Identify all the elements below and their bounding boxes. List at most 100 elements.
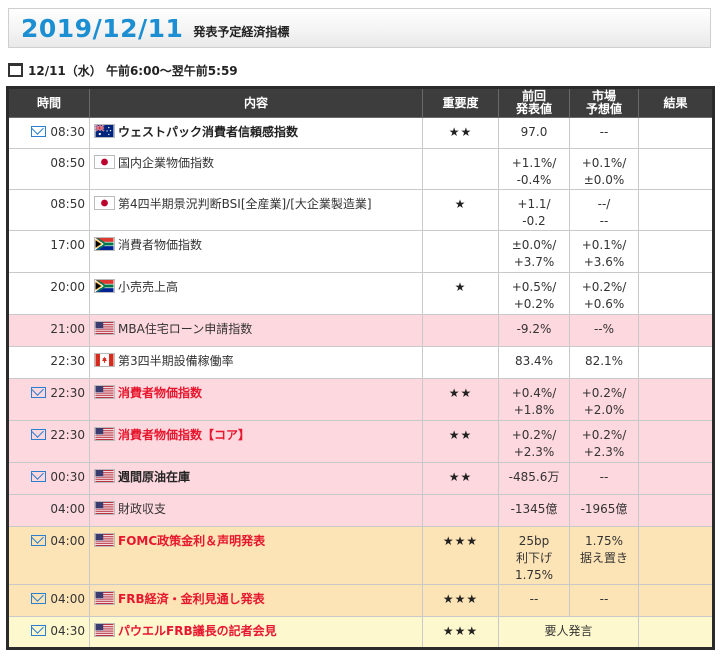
importance-stars: ★★ — [448, 386, 473, 400]
indicator-name[interactable]: パウエルFRB議長の記者会見 — [118, 624, 277, 638]
time-cell: 17:00 — [7, 230, 90, 273]
previous-value-line2: +3.7% — [513, 255, 555, 269]
indicator-name: 第3四半期設備稼働率 — [118, 354, 234, 368]
time-cell: 04:00 — [7, 494, 90, 527]
table-row: 22:30 消費者物価指数 ★★ +0.4%/ +1.8% +0.2%/ +2.0% — [7, 378, 714, 421]
usa-flag-icon — [94, 469, 115, 483]
previous-value-line2: +0.2% — [513, 297, 555, 311]
col-header-result: 結果 — [638, 87, 714, 118]
importance-cell: ★★ — [422, 378, 499, 421]
indicator-name: 小売売上高 — [118, 280, 179, 294]
usa-flag-icon — [94, 591, 115, 605]
page-title-date: 2019/12/11 — [21, 13, 184, 43]
usa-flag-icon — [94, 623, 115, 637]
time-text: 21:00 — [50, 322, 85, 336]
indicator-name[interactable]: 消費者物価指数 — [118, 386, 202, 400]
previous-value-cell: -9.2% — [498, 314, 570, 347]
page-header: 2019/12/11 発表予定経済指標 — [8, 8, 711, 48]
mail-alert-icon[interactable] — [31, 126, 47, 137]
indicator-cell: 消費者物価指数 — [89, 230, 423, 273]
time-cell: 04:00 — [7, 584, 90, 617]
importance-cell: ★★ — [422, 462, 499, 495]
forecast-value-line1: -1965億 — [580, 502, 628, 516]
forecast-value-cell: +0.2%/ +2.0% — [569, 378, 639, 421]
forecast-value-cell: +0.1%/ ±0.0% — [569, 148, 639, 190]
previous-value-line2: -0.2 — [522, 214, 546, 228]
canada-flag-icon — [94, 353, 115, 367]
forecast-value-cell: --/ -- — [569, 189, 639, 231]
table-header-row: 時間 内容 重要度 前回 発表値 市場 予想値 結果 — [7, 87, 714, 118]
time-text: 04:00 — [50, 592, 85, 606]
importance-stars: ★ — [454, 280, 467, 294]
time-text: 22:30 — [50, 386, 85, 400]
south-africa-flag-icon — [94, 279, 115, 293]
forecast-value-line2: +0.6% — [583, 297, 625, 311]
previous-value-line2: +1.8% — [513, 403, 555, 417]
result-cell — [638, 117, 714, 149]
time-cell: 04:30 — [7, 616, 90, 649]
indicator-name[interactable]: FRB経済・金利見通し発表 — [118, 592, 265, 606]
mail-alert-icon[interactable] — [31, 593, 47, 604]
indicator-name[interactable]: FOMC政策金利＆声明発表 — [118, 534, 265, 548]
indicator-name[interactable]: 消費者物価指数【コア】 — [118, 428, 250, 442]
time-text: 00:30 — [50, 470, 85, 484]
forecast-value-cell: 82.1% — [569, 346, 639, 379]
importance-stars: ★★★ — [442, 624, 479, 638]
col-header-time: 時間 — [7, 87, 90, 118]
importance-cell: ★★ — [422, 117, 499, 149]
indicator-name: 国内企業物価指数 — [118, 156, 215, 170]
result-cell — [638, 272, 714, 315]
previous-value-line1: -9.2% — [516, 322, 552, 336]
importance-stars: ★ — [454, 197, 467, 211]
forecast-value-line1: 1.75% — [584, 534, 624, 548]
result-cell — [638, 584, 714, 617]
time-cell: 20:00 — [7, 272, 90, 315]
indicator-cell: 財政収支 — [89, 494, 423, 527]
forecast-value-cell: +0.1%/ +3.6% — [569, 230, 639, 273]
table-row: 20:00 小売売上高 ★ +0.5%/ +0.2% +0.2%/ +0.6% — [7, 272, 714, 315]
time-text: 08:50 — [50, 156, 85, 170]
importance-stars: ★★★ — [442, 592, 479, 606]
result-cell — [638, 378, 714, 421]
indicator-name: ウェストパック消費者信頼感指数 — [118, 125, 299, 139]
forecast-value-cell: 1.75% 据え置き — [569, 526, 639, 585]
day-range-text: 12/11（水） 午前6:00～翌午前5:59 — [28, 63, 238, 78]
indicator-cell: 国内企業物価指数 — [89, 148, 423, 190]
col-header-previous: 前回 発表値 — [498, 87, 570, 118]
previous-value-line1: -1345億 — [510, 502, 558, 516]
result-cell — [638, 420, 714, 463]
mail-alert-icon[interactable] — [31, 429, 47, 440]
speech-note-cell: 要人発言 — [498, 616, 639, 649]
indicator-name: 財政収支 — [118, 502, 167, 516]
importance-cell: ★ — [422, 189, 499, 231]
table-row: 04:00 財政収支 -1345億 -1965億 — [7, 494, 714, 527]
forecast-value-cell: -1965億 — [569, 494, 639, 527]
importance-cell — [422, 314, 499, 347]
importance-cell — [422, 346, 499, 379]
result-cell — [638, 314, 714, 347]
previous-value-line1: ±0.0%/ — [511, 238, 557, 252]
forecast-value-line2: +3.6% — [583, 255, 625, 269]
result-cell — [638, 526, 714, 585]
time-text: 04:30 — [50, 624, 85, 638]
indicator-cell: MBA住宅ローン申請指数 — [89, 314, 423, 347]
result-cell — [638, 189, 714, 231]
forecast-value-line1: +0.1%/ — [581, 238, 627, 252]
forecast-value-cell: --% — [569, 314, 639, 347]
forecast-value-line1: +0.2%/ — [581, 428, 627, 442]
forecast-value-line1: --/ — [597, 197, 611, 211]
mail-alert-icon[interactable] — [31, 535, 47, 546]
importance-cell: ★ — [422, 272, 499, 315]
table-row: 04:00 FOMC政策金利＆声明発表 ★★★ 25bp 利下げ 1.75% 1.75% 据え… — [7, 526, 714, 585]
indicator-cell: 第4四半期景況判断BSI[全産業]/[大企業製造業] — [89, 189, 423, 231]
table-row: 22:30 第3四半期設備稼働率 83.4% 82.1% — [7, 346, 714, 379]
indicator-name: 週間原油在庫 — [118, 470, 191, 484]
previous-value-line1: -- — [529, 592, 539, 606]
mail-alert-icon[interactable] — [31, 387, 47, 398]
mail-alert-icon[interactable] — [31, 625, 47, 636]
time-cell: 08:50 — [7, 189, 90, 231]
result-cell — [638, 230, 714, 273]
mail-alert-icon[interactable] — [31, 471, 47, 482]
time-text: 22:30 — [50, 354, 85, 368]
previous-value-cell: +0.5%/ +0.2% — [498, 272, 570, 315]
